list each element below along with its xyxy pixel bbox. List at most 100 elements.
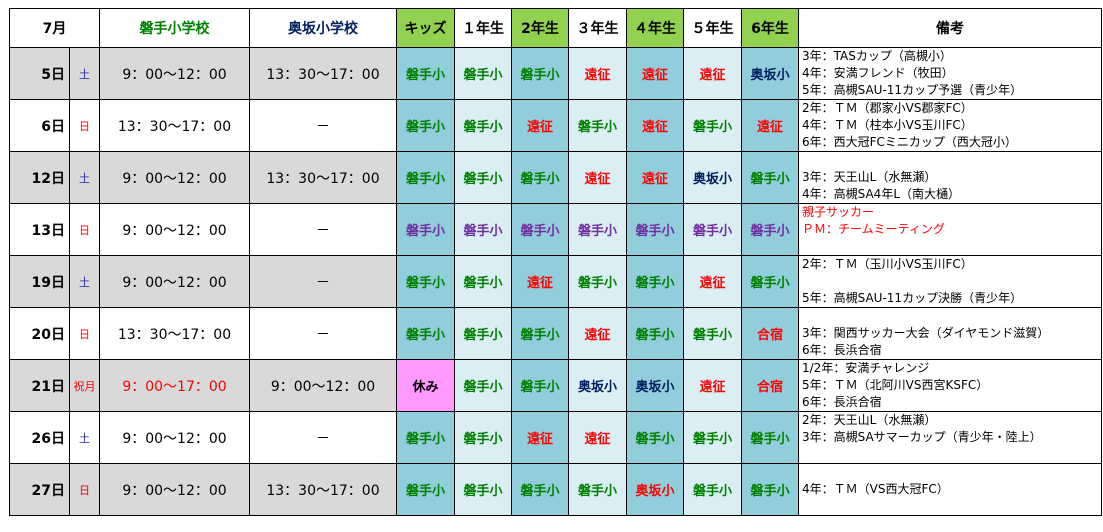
okusaka-time-cell: 13：30～17：00	[249, 47, 397, 100]
notes-cell: 2年：天王山L（水無瀬） 3年：高槻SAサマーカップ（青少年・陸上）	[798, 411, 1102, 464]
grade-cell: 磐手小	[511, 151, 569, 204]
note-line: 3年：天王山L（水無瀬）	[802, 170, 937, 184]
weekday-cell: 祝月	[69, 359, 100, 412]
grade-cell: 磐手小	[396, 255, 455, 308]
day-cell: 21日	[9, 359, 70, 412]
grade-cell: 磐手小	[454, 463, 512, 516]
weekday-cell: 土	[69, 411, 100, 464]
note-line: 3年：高槻SAサマーカップ（青少年・陸上）	[802, 430, 1042, 444]
header-row: 7月 磐手小学校 奥坂小学校 キッズ １年生 2年生 ３年生 ４年生 ５年生 6…	[9, 8, 1102, 48]
grade5-header: ５年生	[683, 8, 742, 48]
grade-cell: 磐手小	[683, 307, 742, 360]
grade-cell: 磐手小	[454, 359, 512, 412]
note-line: 5年：高槻SAU-11カップ予選（青少年）	[802, 83, 1023, 97]
note-line: 5年：ＴＭ（北阿川VS西宮KSFC）	[802, 378, 989, 392]
iwate-time-cell: 13：30～17：00	[99, 99, 250, 152]
day-cell: 5日	[9, 47, 70, 100]
schedule-sheet: 7月 磐手小学校 奥坂小学校 キッズ １年生 2年生 ３年生 ４年生 ５年生 6…	[9, 8, 1102, 516]
iwate-time-cell: 9：00～12：00	[99, 203, 250, 256]
grade6-header: 6年生	[741, 8, 799, 48]
grade-cell: 磐手小	[454, 47, 512, 100]
notes-cell: 3年：天王山L（水無瀬） 4年：高槻SA4年L（南大樋）	[798, 151, 1102, 204]
notes-header: 備考	[798, 8, 1102, 48]
grade-cell: 磐手小	[741, 463, 799, 516]
grade-cell: 合宿	[741, 359, 799, 412]
notes-cell: 3年：関西サッカー大会（ダイヤモンド滋賀） 6年：長浜合宿	[798, 307, 1102, 360]
okusaka-school-header: 奥坂小学校	[249, 8, 397, 48]
weekday-cell: 日	[69, 463, 100, 516]
grade-cell: 磐手小	[396, 47, 455, 100]
note-line	[802, 309, 1101, 326]
grade-cell: 磐手小	[741, 151, 799, 204]
grade-cell: 磐手小	[511, 463, 569, 516]
grade-cell: 奥坂小	[626, 359, 684, 412]
note-line: 4年：安満フレンド（牧田）	[802, 66, 954, 80]
notes-cell: 3年：TASカップ（高槻小） 4年：安満フレンド（牧田） 5年：高槻SAU-11カッ…	[798, 47, 1102, 100]
note-line: 2年：ＴＭ（郡家小VS郡家FC）	[802, 101, 973, 115]
grade-cell: 磐手小	[454, 151, 512, 204]
grade-cell: 磐手小	[396, 307, 455, 360]
grade-cell: 遠征	[568, 47, 627, 100]
weekday-cell: 土	[69, 151, 100, 204]
grade-cell: 磐手小	[741, 411, 799, 464]
grade4-header: ４年生	[626, 8, 684, 48]
grade-cell: 磐手小	[454, 307, 512, 360]
grade-cell: 磐手小	[511, 359, 569, 412]
okusaka-time-cell: －	[249, 411, 397, 464]
iwate-time-cell: 13：30～17：00	[99, 307, 250, 360]
kids-header: キッズ	[396, 8, 455, 48]
notes-cell: 2年：ＴＭ（郡家小VS郡家FC） 4年：ＴＭ（柱本小VS玉川FC） 6年：西大冠FC…	[798, 99, 1102, 152]
okusaka-time-cell: －	[249, 255, 397, 308]
table-row: 12日土 9：00～12：00 13：30～17：00 磐手小 磐手小 磐手小 遠征 遠征 奥坂…	[9, 151, 1102, 204]
grade-cell: 遠征	[511, 255, 569, 308]
grade-cell: 磐手小	[396, 463, 455, 516]
grade-cell: 遠征	[568, 307, 627, 360]
note-line	[802, 238, 1101, 255]
iwate-time-cell: 9：00～12：00	[99, 463, 250, 516]
note-line	[802, 446, 1101, 463]
grade2-header: 2年生	[511, 8, 569, 48]
grade-cell: 磐手小	[454, 99, 512, 152]
grade-cell: 磐手小	[683, 463, 742, 516]
table-row: 13日日 9：00～12：00 －磐手小 磐手小 磐手小 磐手小 磐手小 磐手小 磐手小 親子サッ…	[9, 203, 1102, 256]
weekday-cell: 日	[69, 99, 100, 152]
day-cell: 19日	[9, 255, 70, 308]
okusaka-time-cell: 13：30～17：00	[249, 151, 397, 204]
iwate-school-header: 磐手小学校	[99, 8, 250, 48]
grade1-header: １年生	[454, 8, 512, 48]
table-row: 5日土 9：00～12：00 13：30～17：00 磐手小 磐手小 磐手小 遠征 遠征 遠征奥…	[9, 47, 1102, 100]
grade-cell: 磐手小	[626, 255, 684, 308]
note-line: 2年：天王山L（水無瀬）	[802, 413, 937, 427]
grade-cell: 磐手小	[454, 203, 512, 256]
grade-cell: 磐手小	[396, 411, 455, 464]
grade-cell: 合宿	[741, 307, 799, 360]
schedule-table: 7月 磐手小学校 奥坂小学校 キッズ １年生 2年生 ３年生 ４年生 ５年生 6…	[9, 8, 1102, 516]
notes-cell: 2年：ＴＭ（玉川小VS玉川FC） 5年：高槻SAU-11カップ決勝（青少年）	[798, 255, 1102, 308]
grade-cell: 休み	[396, 359, 455, 412]
table-row: 21日 祝月 9：00～17：00 9：00～12：00 休み 磐手小 磐手小 奥坂小 奥坂小遠…	[9, 359, 1102, 412]
iwate-time-cell: 9：00～12：00	[99, 47, 250, 100]
note-line: 5年：高槻SAU-11カップ決勝（青少年）	[802, 291, 1023, 305]
okusaka-time-cell: 13：30～17：00	[249, 463, 397, 516]
grade-cell: 磐手小	[396, 203, 455, 256]
note-line: 4年：ＴＭ（VS西大冠FC）	[802, 482, 949, 496]
note-line: 2年：ＴＭ（玉川小VS玉川FC）	[802, 257, 973, 271]
okusaka-time-cell: －	[249, 307, 397, 360]
grade-cell: 磐手小	[511, 307, 569, 360]
grade3-header: ３年生	[568, 8, 627, 48]
grade-cell: 磐手小	[683, 203, 742, 256]
grade-cell: 磐手小	[454, 255, 512, 308]
note-line	[802, 273, 1101, 290]
note-line: 6年：長浜合宿	[802, 395, 882, 409]
iwate-time-cell: 9：00～12：00	[99, 255, 250, 308]
table-row: 6日日 13：30～17：00 －磐手小 磐手小 遠征 磐手小 遠征 磐手小 遠征 2年：ＴＭ（郡…	[9, 99, 1102, 152]
note-line: 6年：長浜合宿	[802, 343, 882, 357]
notes-cell: 1/2年：安満チャレンジ 5年：ＴＭ（北阿川VS西宮KSFC） 6年：長浜合宿	[798, 359, 1102, 412]
note-line: 親子サッカー	[802, 205, 875, 219]
grade-cell: 磐手小	[568, 255, 627, 308]
grade-cell: 磐手小	[454, 411, 512, 464]
note-line: 3年：関西サッカー大会（ダイヤモンド滋賀）	[802, 326, 1050, 340]
iwate-time-cell: 9：00～17：00	[99, 359, 250, 412]
grade-cell: 奥坂小	[626, 463, 684, 516]
day-cell: 13日	[9, 203, 70, 256]
